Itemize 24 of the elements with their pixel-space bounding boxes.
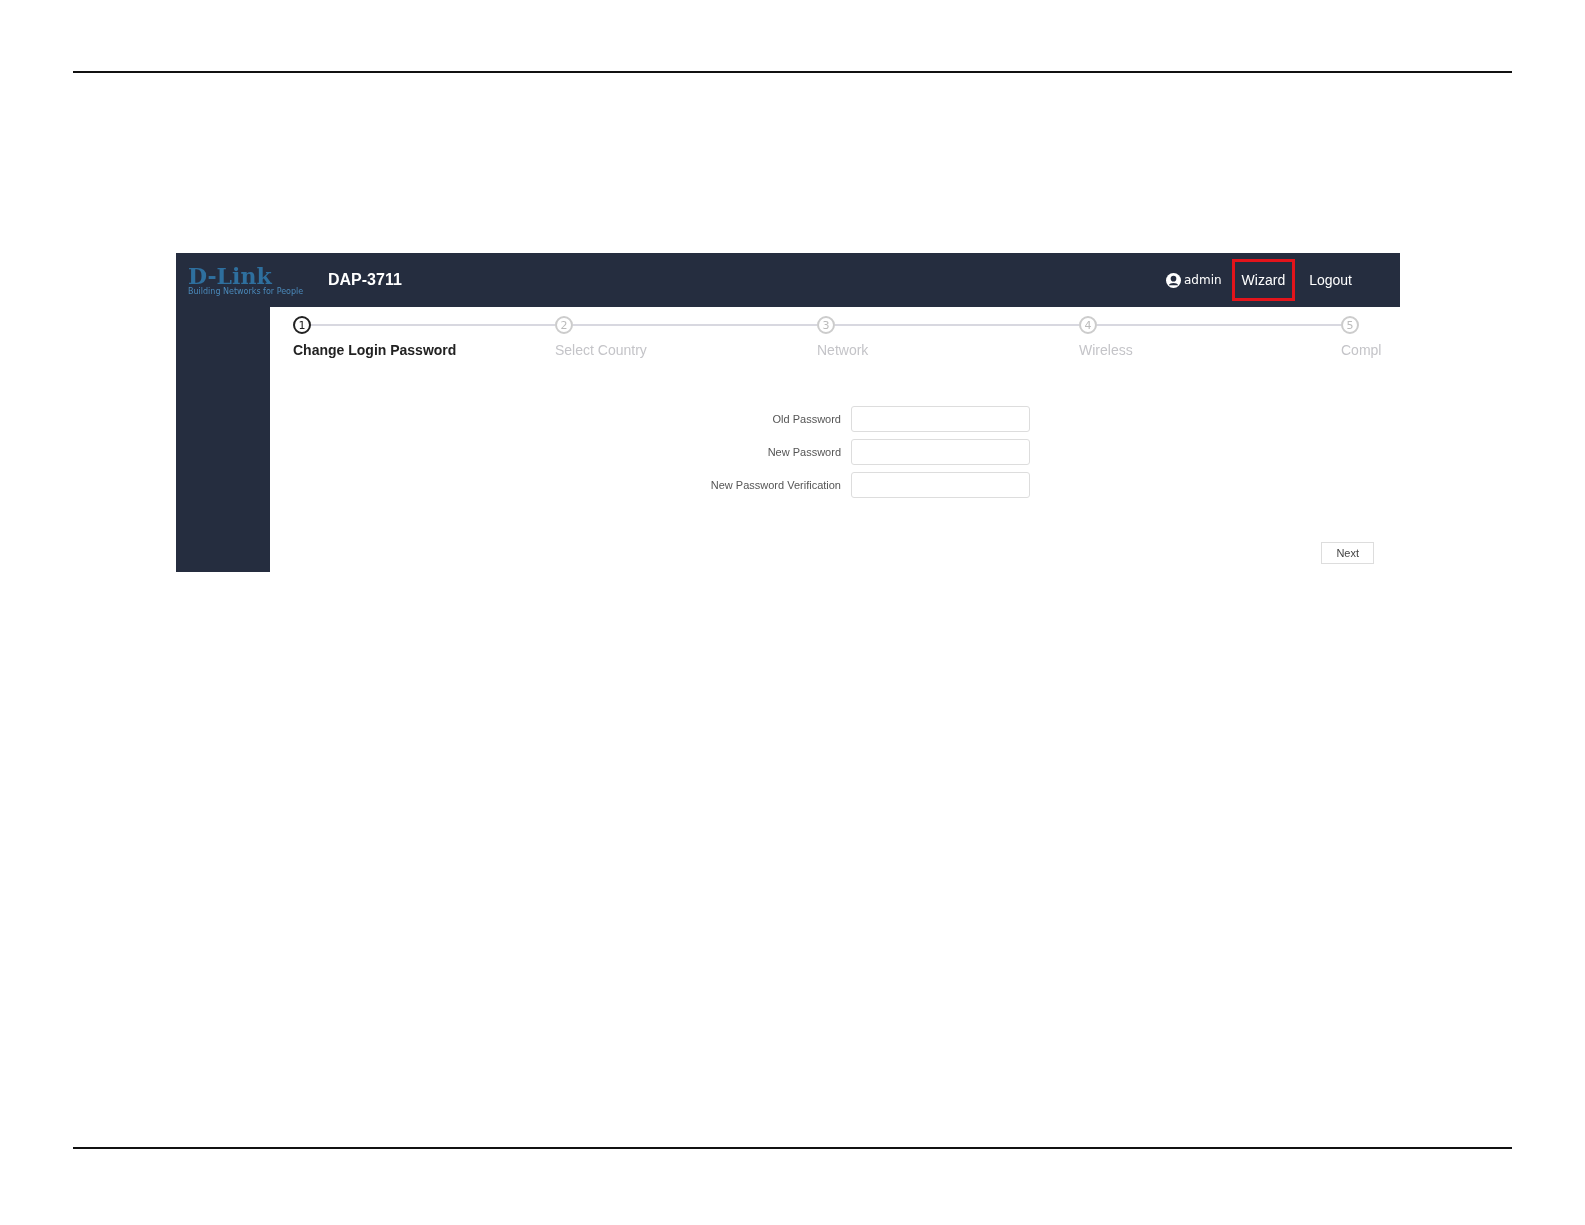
step-label: Change Login Password — [293, 342, 458, 358]
nav-link[interactable]: Logout — [1299, 259, 1362, 301]
device-name: DAP-3711 — [328, 271, 402, 289]
step-number: 3 — [817, 316, 835, 334]
logo: D-Link — [188, 264, 272, 287]
field-label: Old Password — [771, 413, 841, 425]
input-field[interactable] — [851, 472, 1030, 498]
step-label: Compl — [1341, 342, 1383, 358]
step-number: 4 — [1079, 316, 1097, 334]
nav-link[interactable]: Wizard — [1231, 259, 1296, 301]
step-number: 2 — [555, 316, 573, 334]
user-icon — [1166, 272, 1181, 288]
user-name: admin — [1184, 273, 1222, 287]
field-label: New Password — [766, 446, 841, 458]
next-button[interactable]: Next — [1321, 542, 1374, 564]
input-field[interactable] — [851, 439, 1030, 465]
input-field[interactable] — [851, 406, 1030, 432]
step-label: Wireless — [1079, 342, 1134, 358]
logo-tagline: Building Networks for People — [188, 286, 305, 296]
field-label: New Password Verification — [709, 479, 841, 491]
step-label: Network — [817, 342, 870, 358]
step-number: 1 — [293, 316, 311, 334]
step-number: 5 — [1341, 316, 1359, 334]
step-label: Select Country — [555, 342, 648, 358]
